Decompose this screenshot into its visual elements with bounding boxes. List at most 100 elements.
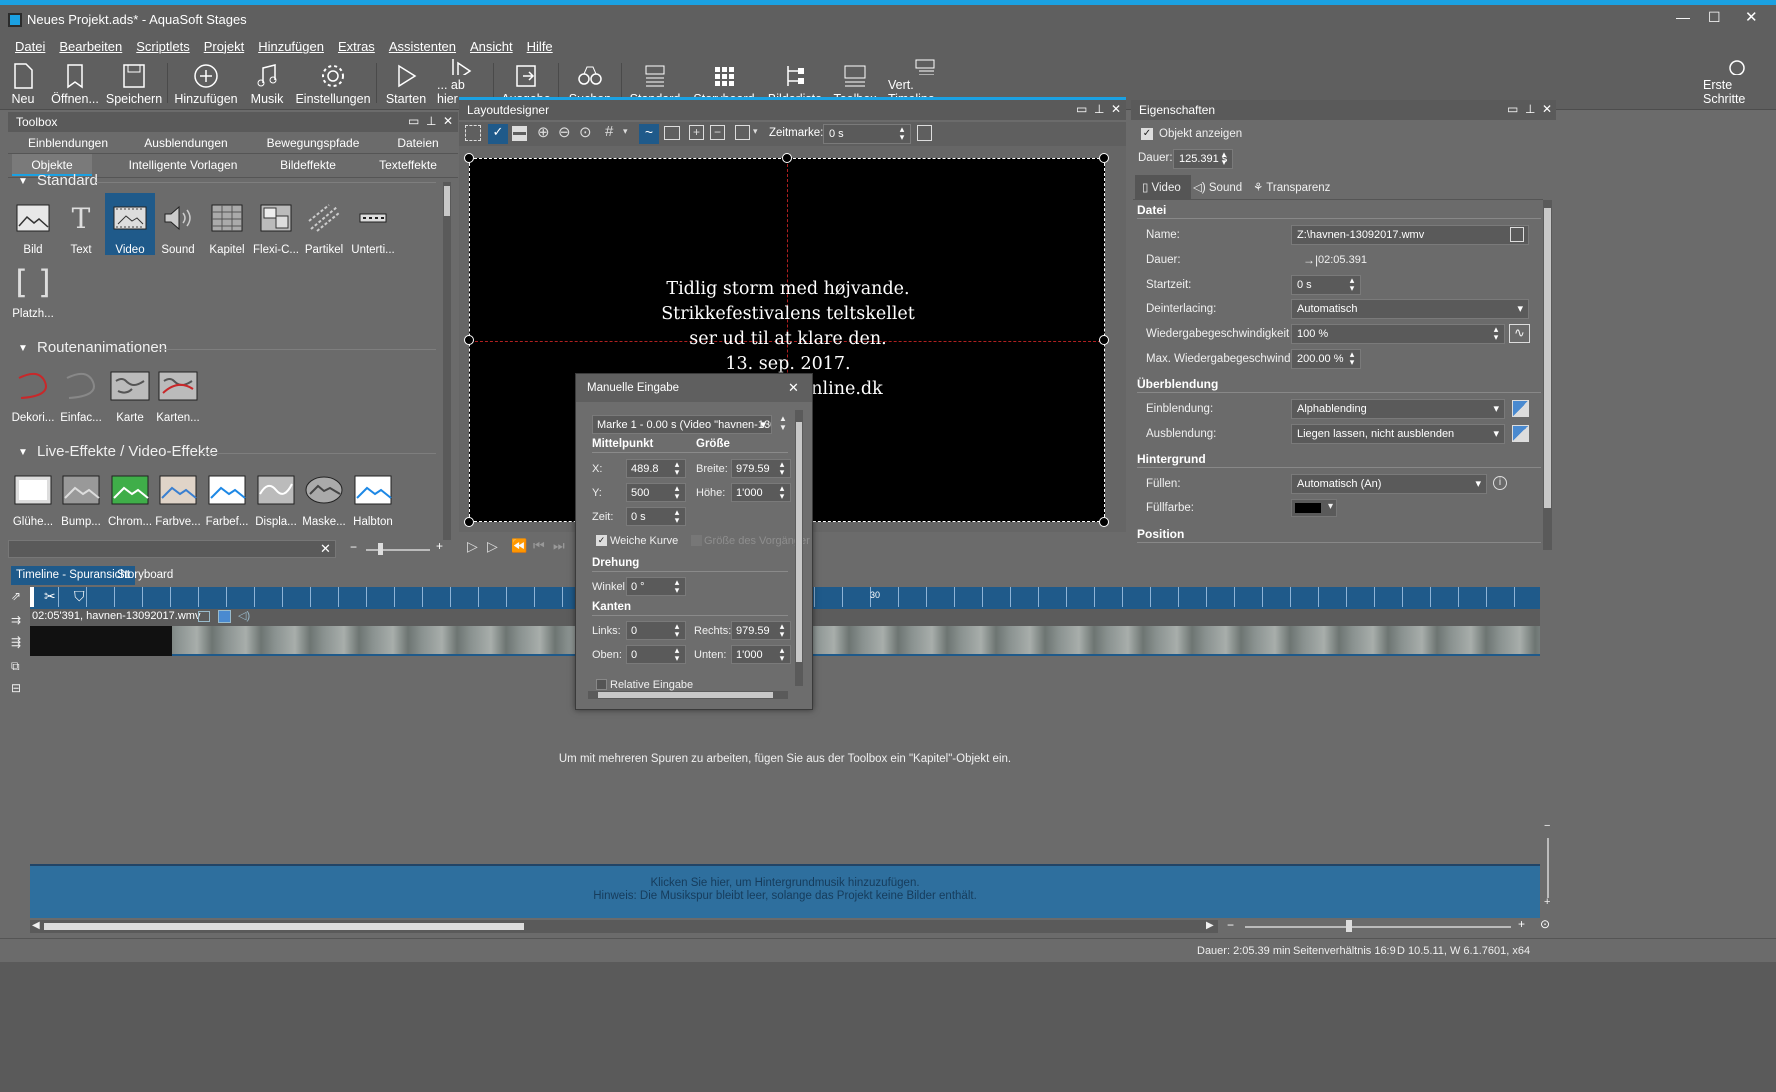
menu-bearbeiten[interactable]: Bearbeiten [52, 35, 129, 57]
align-tool-icon[interactable] [512, 126, 527, 141]
zoom-slider[interactable] [366, 549, 430, 551]
tool-sound[interactable]: Sound [153, 198, 203, 256]
effect-displacement[interactable]: Displa... [251, 470, 301, 528]
timeline-fit-icon[interactable]: ⊙ [1540, 917, 1550, 931]
scrollbar-thumb[interactable] [44, 923, 524, 930]
effect-chromakey[interactable]: Chrom... [105, 470, 155, 528]
zoom-slider-thumb[interactable] [378, 543, 383, 555]
relativ-checkbox[interactable] [596, 679, 607, 690]
timeline-zoom-thumb[interactable] [1346, 920, 1352, 932]
scrollbar-thumb[interactable] [598, 692, 773, 698]
wiedergabe-input[interactable]: 100 % [1291, 324, 1505, 344]
menu-projekt[interactable]: Projekt [197, 35, 251, 57]
resize-handle[interactable] [1099, 153, 1109, 163]
links-input[interactable]: 0 [626, 621, 686, 640]
tab-sound[interactable]: ◁) Sound [1193, 180, 1242, 194]
tab-ausblendungen[interactable]: Ausblendungen [136, 136, 236, 150]
resize-handle[interactable] [1099, 517, 1109, 527]
resize-handle[interactable] [464, 517, 474, 527]
resize-handle[interactable] [1099, 335, 1109, 345]
pin-icon[interactable]: ⊥ [1525, 102, 1535, 116]
dialog-close-icon[interactable]: ✕ [788, 380, 799, 396]
pin-icon[interactable]: ⊥ [1094, 102, 1104, 116]
vertical-zoom-track[interactable] [1547, 838, 1549, 898]
save-button[interactable]: Speichern [104, 57, 164, 110]
close-icon[interactable]: ✕ [1745, 8, 1758, 26]
y-input[interactable]: 500 [626, 483, 686, 502]
music-track[interactable]: Klicken Sie hier, um Hintergrundmusik hi… [30, 864, 1540, 918]
tab-storyboard[interactable]: Storyboard [117, 569, 173, 581]
effect-farbverlauf[interactable]: Farbve... [153, 470, 203, 528]
resize-handle[interactable] [464, 335, 474, 345]
resize-handle[interactable] [782, 153, 792, 163]
dialog-h-scrollbar[interactable] [588, 691, 788, 699]
play-from-here-icon[interactable]: ▷ [487, 538, 498, 555]
menu-scriptlets[interactable]: Scriptlets [129, 35, 196, 57]
panel-close-icon[interactable]: ✕ [1111, 102, 1121, 116]
rechts-input[interactable]: 979.59 [731, 621, 791, 640]
weiche-kurve-checkbox[interactable]: ✓ [596, 535, 607, 546]
tab-transparenz[interactable]: ⚘ Transparenz [1253, 180, 1330, 194]
vertical-zoom-out-icon[interactable]: − [1544, 820, 1550, 832]
marke-select[interactable]: Marke 1 - 0.00 s (Video "havnen-130 [592, 415, 772, 434]
add-point-icon[interactable]: + [689, 125, 704, 140]
tab-video[interactable]: ▯ Video [1135, 175, 1191, 200]
step-forward-icon[interactable]: ⏭ [553, 538, 565, 554]
fuellfarbe-picker[interactable]: ▾ [1291, 499, 1337, 517]
startzeit-input[interactable]: 0 s [1291, 275, 1361, 295]
max-wiedergabe-input[interactable]: 200.00 % [1291, 349, 1361, 369]
scrollbar-thumb[interactable] [1544, 208, 1551, 508]
zoom-out-icon[interactable]: ⊖ [558, 123, 571, 141]
add-button[interactable]: Hinzufügen [171, 57, 241, 110]
tab-texteffekte[interactable]: Texteffekte [363, 158, 453, 172]
scrollbar-thumb[interactable] [796, 422, 802, 662]
resize-handle[interactable] [464, 153, 474, 163]
name-input[interactable]: Z:\havnen-13092017.wmv [1291, 225, 1529, 245]
menu-extras[interactable]: Extras [331, 35, 382, 57]
effect-gluehen[interactable]: Glühe... [8, 470, 58, 528]
timeline-tool-icon[interactable]: ⇗ [11, 589, 21, 603]
file-browse-icon[interactable] [1510, 227, 1524, 242]
menu-assistenten[interactable]: Assistenten [382, 35, 463, 57]
tab-bewegungspfade[interactable]: Bewegungspfade [258, 136, 368, 150]
remove-point-icon[interactable]: − [710, 125, 725, 140]
menu-hilfe[interactable]: Hilfe [520, 35, 560, 57]
music-button[interactable]: Musik [241, 57, 293, 110]
maximize-icon[interactable]: ☐ [1708, 9, 1721, 26]
layout-options-icon[interactable] [735, 125, 750, 140]
pin-icon[interactable]: ⊥ [426, 114, 436, 128]
vertical-zoom-in-icon[interactable]: + [1544, 896, 1550, 908]
timeline-zoom-in-icon[interactable]: + [1518, 917, 1525, 931]
tool-untertitel[interactable]: Unterti... [348, 198, 398, 256]
timeline-tool-icon[interactable]: ⊟ [11, 681, 21, 695]
properties-scrollbar[interactable] [1543, 200, 1552, 550]
float-icon[interactable]: ▭ [1076, 102, 1087, 116]
toolbox-search-input[interactable] [8, 540, 336, 558]
zoom-out-icon[interactable]: − [350, 540, 357, 554]
clip-image-icon[interactable] [218, 610, 231, 623]
float-icon[interactable]: ▭ [1507, 102, 1518, 116]
tab-einblendungen[interactable]: Einblendungen [18, 136, 118, 150]
select-tool-icon[interactable] [465, 125, 481, 141]
route-dekorativ[interactable]: Dekori... [8, 366, 58, 424]
tool-bild[interactable]: Bild [8, 198, 58, 256]
x-input[interactable]: 489.8 [626, 459, 686, 478]
oben-input[interactable]: 0 [626, 645, 686, 664]
zoom-fit-icon[interactable]: ⊙ [579, 123, 592, 141]
menu-hinzufuegen[interactable]: Hinzufügen [251, 35, 331, 57]
zoom-in-icon[interactable]: ⊕ [537, 123, 550, 141]
panel-close-icon[interactable]: ✕ [1542, 102, 1552, 116]
collapse-icon[interactable]: ▼ [18, 343, 28, 354]
timeline-tool-icon[interactable]: ⧉ [11, 659, 20, 674]
collapse-icon[interactable]: ▼ [18, 447, 28, 458]
tool-kapitel[interactable]: Kapitel [202, 198, 252, 256]
collapse-icon[interactable]: ▼ [18, 176, 28, 187]
marker-icon[interactable]: ⛉ [74, 588, 85, 605]
tool-video[interactable]: Video [105, 193, 155, 256]
play-icon[interactable]: ▷ [467, 538, 478, 555]
ausblendung-select[interactable]: Liegen lassen, nicht ausblenden [1291, 424, 1505, 444]
effect-bump[interactable]: Bump... [56, 470, 106, 528]
dropdown-arrow-icon[interactable]: ▾ [623, 126, 628, 137]
clip-layout-icon[interactable] [198, 611, 210, 622]
route-einfach[interactable]: Einfac... [56, 366, 106, 424]
